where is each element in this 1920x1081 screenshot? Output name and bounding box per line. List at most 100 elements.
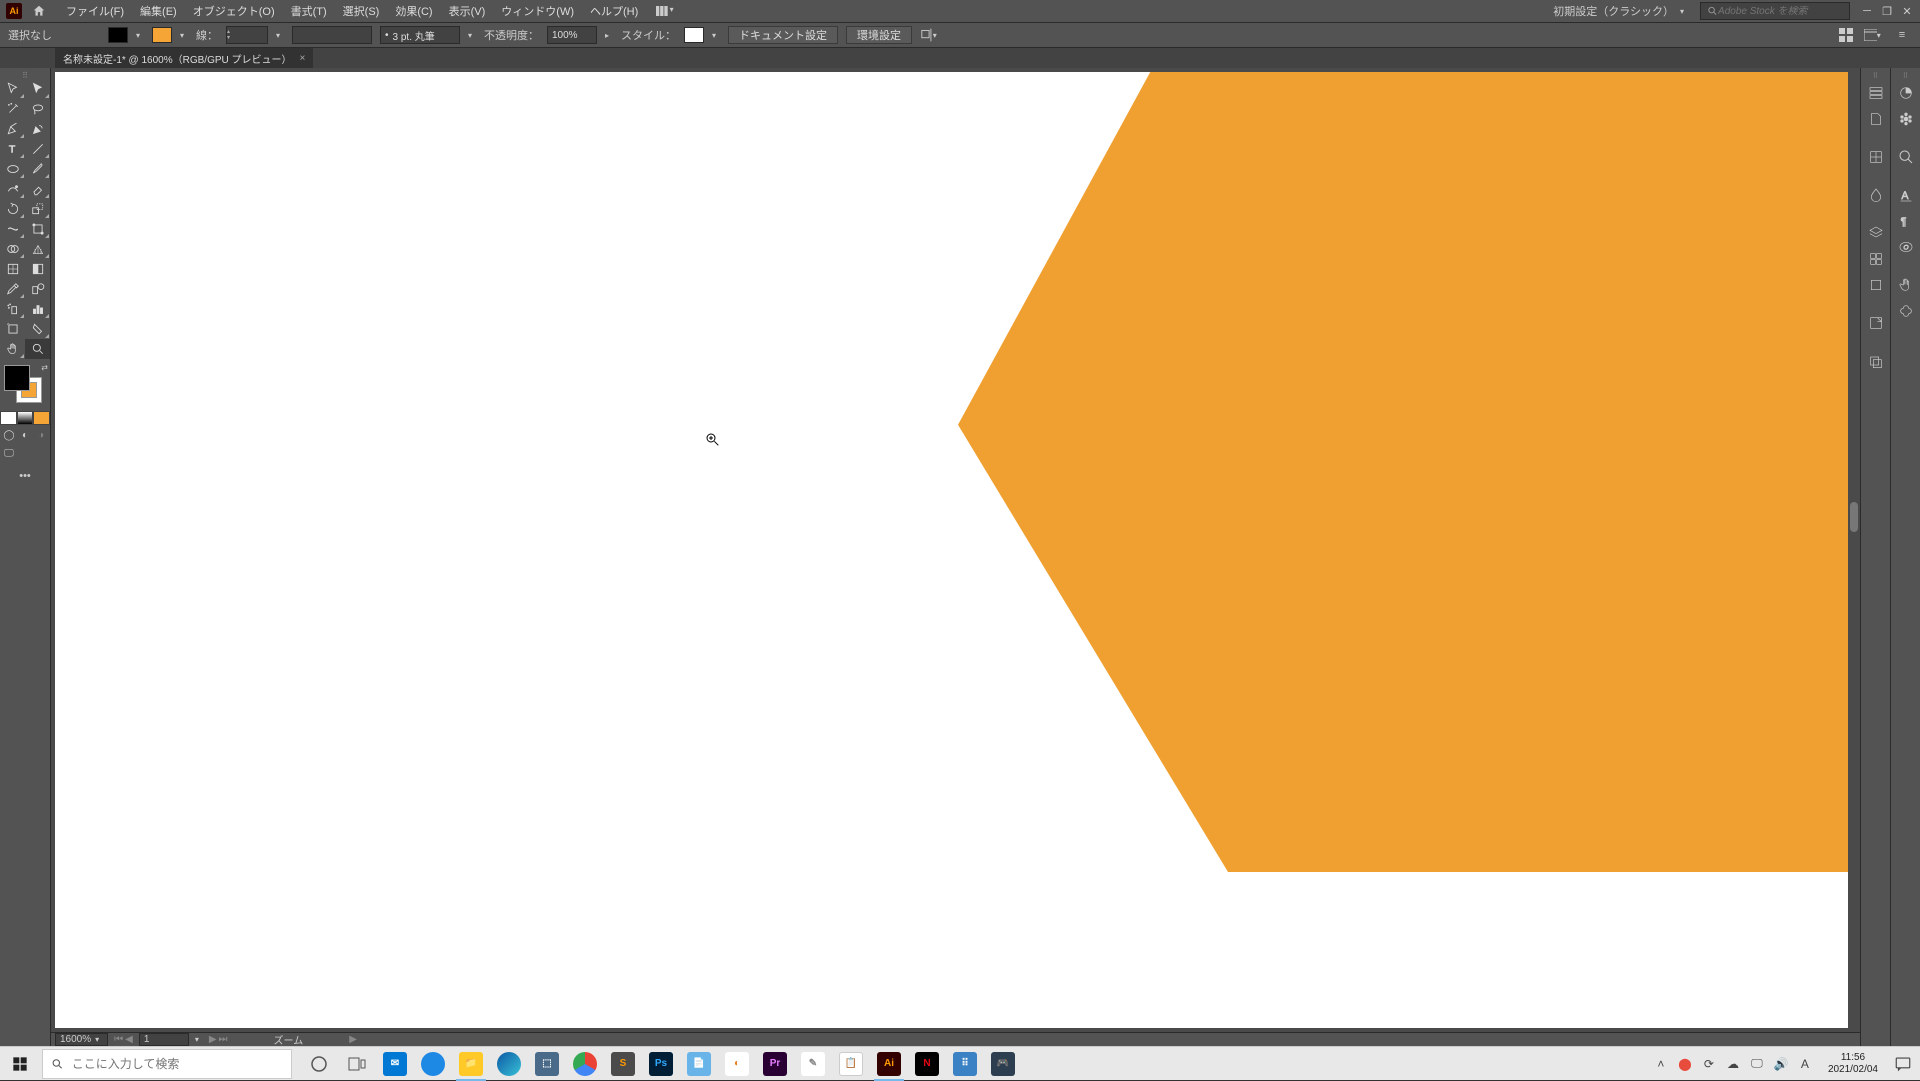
opacity-side-arrow[interactable]: ▸ <box>605 31 613 40</box>
free-transform-tool[interactable] <box>25 219 50 239</box>
artboard-dropdown[interactable]: ▾ <box>195 1035 203 1044</box>
menu-effect[interactable]: 効果(C) <box>387 0 440 22</box>
paintbrush-tool[interactable] <box>25 159 50 179</box>
ellipse-tool[interactable] <box>0 159 25 179</box>
artboard-nav-next[interactable]: ▶⏭ <box>209 1034 228 1045</box>
artboard-canvas[interactable] <box>55 72 1848 1028</box>
libraries-panel-icon[interactable] <box>1863 107 1889 131</box>
lasso-tool[interactable] <box>25 99 50 119</box>
tray-sync-icon[interactable]: ⟳ <box>1700 1055 1718 1073</box>
doc-arrange-icon[interactable]: ▾ <box>1864 26 1884 44</box>
tray-volume-icon[interactable]: 🔊 <box>1772 1055 1790 1073</box>
task-view-icon[interactable] <box>338 1047 376 1081</box>
document-setup-button[interactable]: ドキュメント設定 <box>728 26 838 44</box>
app-icon-4[interactable]: 📋 <box>832 1047 870 1081</box>
paragraph-panel-icon[interactable]: ¶ <box>1893 209 1919 233</box>
stroke-dropdown-icon[interactable]: ▾ <box>180 31 188 40</box>
panel-menu-icon[interactable]: ≡ <box>1892 26 1912 44</box>
color-mode-none[interactable] <box>33 411 50 425</box>
fill-swatch[interactable] <box>108 27 128 43</box>
app-icon-2[interactable]: ◐ <box>718 1047 756 1081</box>
tray-ime-icon[interactable]: A <box>1796 1055 1814 1073</box>
edit-toolbar-icon[interactable]: ••• <box>0 467 50 485</box>
properties-panel-icon[interactable] <box>1863 81 1889 105</box>
menu-view[interactable]: 表示(V) <box>441 0 494 22</box>
shape-builder-tool[interactable] <box>0 239 25 259</box>
rotate-tool[interactable] <box>0 199 25 219</box>
color-guide-panel-icon[interactable] <box>1893 107 1919 131</box>
illustrator-app-icon[interactable]: Ai <box>870 1047 908 1081</box>
asset-export-panel-icon[interactable] <box>1863 247 1889 271</box>
sublime-app-icon[interactable]: S <box>604 1047 642 1081</box>
preferences-button[interactable]: 環境設定 <box>846 26 912 44</box>
swatches-panel-icon[interactable] <box>1893 145 1919 169</box>
edge-app-icon[interactable] <box>490 1047 528 1081</box>
magic-wand-tool[interactable] <box>0 99 25 119</box>
tray-cloud-icon[interactable]: ☁ <box>1724 1055 1742 1073</box>
color-mode-solid[interactable] <box>0 411 17 425</box>
opacity-input[interactable]: 100% <box>547 26 597 44</box>
taskbar-search[interactable] <box>42 1049 292 1079</box>
menu-select[interactable]: 選択(S) <box>335 0 388 22</box>
direct-selection-tool[interactable] <box>25 79 50 99</box>
fill-dropdown-icon[interactable]: ▾ <box>136 31 144 40</box>
zoom-level-select[interactable]: 1600%▾ <box>55 1033 108 1046</box>
explorer-app-icon[interactable]: 📁 <box>452 1047 490 1081</box>
scale-tool[interactable] <box>25 199 50 219</box>
align-panel-icon[interactable] <box>1893 299 1919 323</box>
netflix-app-icon[interactable]: N <box>908 1047 946 1081</box>
minimize-icon[interactable]: ─ <box>1860 4 1874 18</box>
curvature-tool[interactable] <box>25 119 50 139</box>
menu-edit[interactable]: 編集(E) <box>132 0 185 22</box>
draw-inside-icon[interactable]: ◑ <box>34 427 48 443</box>
width-tool[interactable] <box>0 219 25 239</box>
align-icon[interactable]: ▾ <box>920 26 940 44</box>
fill-stroke-control[interactable]: ⇄ <box>0 363 50 407</box>
type-tool[interactable]: T <box>0 139 25 159</box>
premiere-app-icon[interactable]: Pr <box>756 1047 794 1081</box>
document-tab[interactable]: 名称未設定-1* @ 1600%（RGB/GPU プレビュー） × <box>55 48 313 68</box>
variable-width-profile[interactable] <box>292 26 372 44</box>
artboards-panel-icon[interactable] <box>1863 273 1889 297</box>
tray-chevron-icon[interactable]: ˄ <box>1652 1055 1670 1073</box>
tray-display-icon[interactable]: 🖵 <box>1748 1055 1766 1073</box>
mesh-tool[interactable] <box>0 259 25 279</box>
cortana-icon[interactable] <box>300 1047 338 1081</box>
screen-mode-icon[interactable]: 🖵 <box>2 445 16 461</box>
stroke-weight-input[interactable]: ▴▾ <box>226 26 268 44</box>
gradient-tool[interactable] <box>25 259 50 279</box>
tab-close-icon[interactable]: × <box>300 53 306 64</box>
panel-grip-icon[interactable]: ⠿ <box>1861 72 1890 80</box>
stock-search-input[interactable] <box>1718 6 1843 17</box>
column-graph-tool[interactable] <box>25 299 50 319</box>
stroke-swatch[interactable] <box>152 27 172 43</box>
stock-search[interactable] <box>1700 2 1850 20</box>
stroke-weight-field[interactable] <box>239 30 267 41</box>
color-mode-gradient[interactable] <box>17 411 34 425</box>
swap-fill-stroke-icon[interactable]: ⇄ <box>41 363 48 372</box>
vertical-scrollbar[interactable] <box>1848 72 1860 1028</box>
notepad-app-icon[interactable]: 📄 <box>680 1047 718 1081</box>
arrange-documents-icon[interactable]: ▾ <box>656 5 676 17</box>
browser-app-icon[interactable] <box>414 1047 452 1081</box>
draw-normal-icon[interactable]: ◯ <box>2 427 16 443</box>
photoshop-app-icon[interactable]: Ps <box>642 1047 680 1081</box>
tray-record-icon[interactable]: ⬤ <box>1676 1055 1694 1073</box>
taskbar-clock[interactable]: 11:56 2021/02/04 <box>1820 1052 1886 1076</box>
layers-panel-icon[interactable] <box>1863 221 1889 245</box>
home-icon[interactable] <box>30 2 48 20</box>
chrome-app-icon[interactable] <box>566 1047 604 1081</box>
character-panel-icon[interactable]: A <box>1893 183 1919 207</box>
zoom-tool[interactable] <box>25 339 50 359</box>
start-button[interactable] <box>0 1047 40 1081</box>
shaper-tool[interactable] <box>0 179 25 199</box>
draw-behind-icon[interactable]: ◐ <box>18 427 32 443</box>
export-panel-icon[interactable] <box>1863 311 1889 335</box>
opentype-panel-icon[interactable]: O <box>1893 235 1919 259</box>
menu-file[interactable]: ファイル(F) <box>58 0 132 22</box>
slice-tool[interactable] <box>25 319 50 339</box>
line-tool[interactable] <box>25 139 50 159</box>
maximize-icon[interactable]: ❐ <box>1880 4 1894 18</box>
brushes-panel-icon[interactable] <box>1863 145 1889 169</box>
mail-app-icon[interactable]: ✉ <box>376 1047 414 1081</box>
